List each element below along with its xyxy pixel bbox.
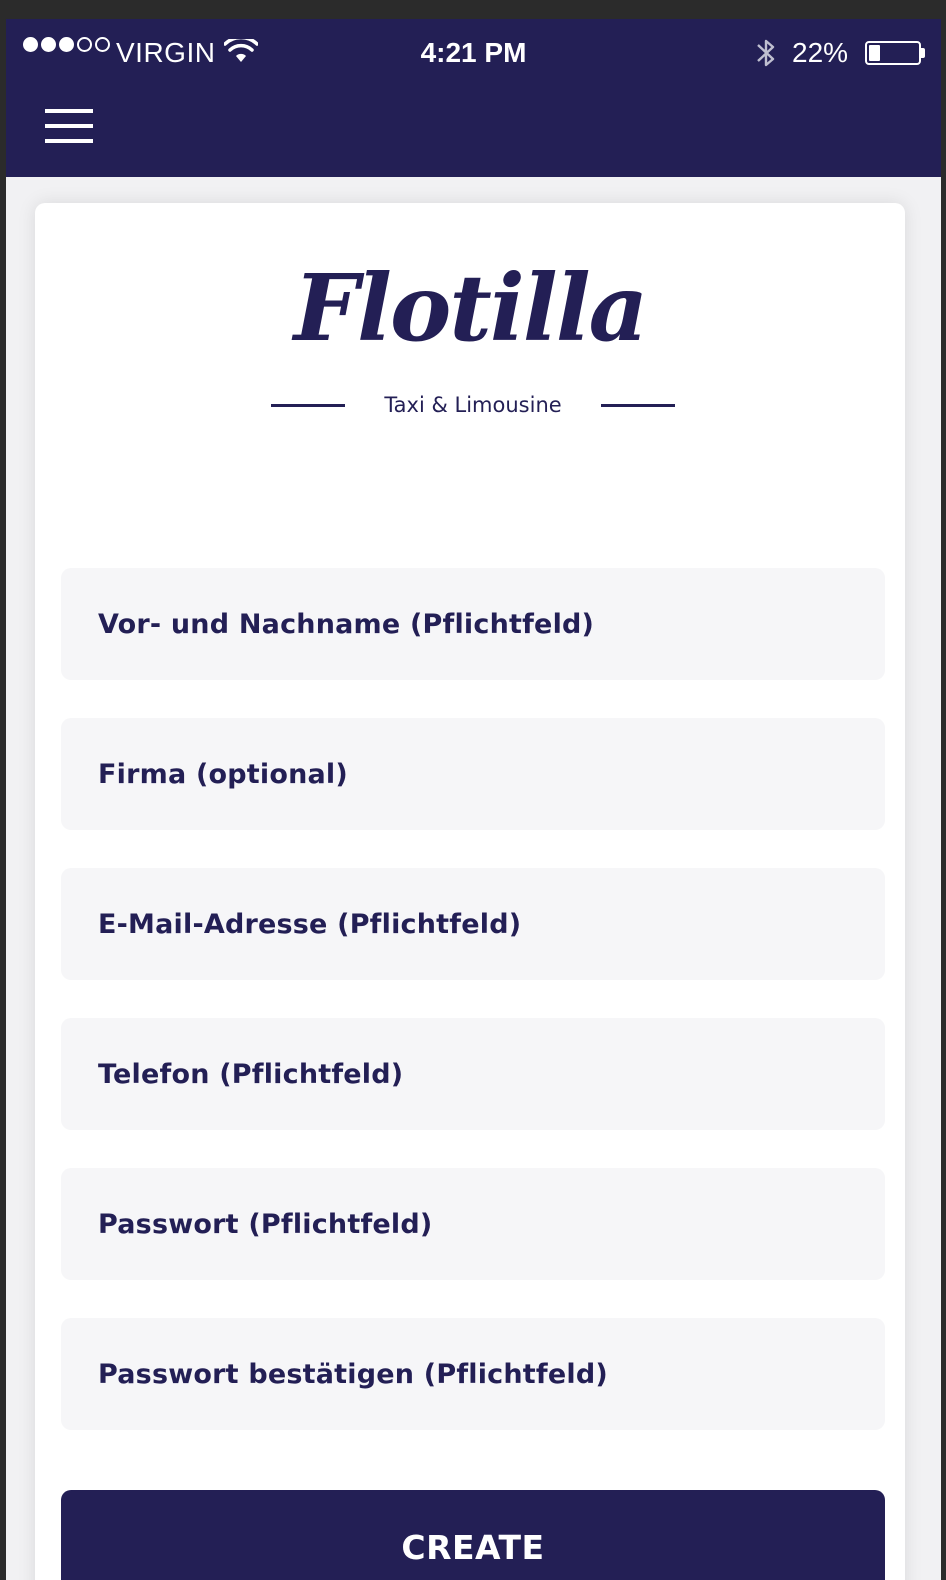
status-bar: VIRGIN 4:21 PM 22%	[6, 19, 941, 89]
phone-placeholder: Telefon (Pflichtfeld)	[98, 1058, 404, 1090]
logo-rule-left	[271, 403, 345, 407]
flotilla-logo: Flotilla Taxi & Limousine	[265, 248, 675, 418]
email-field[interactable]: E-Mail-Adresse (Pflichtfeld)	[61, 868, 885, 980]
signup-card: Flotilla Taxi & Limousine Vor- und Nachn…	[35, 203, 905, 1580]
full-name-field[interactable]: Vor- und Nachname (Pflichtfeld)	[61, 568, 885, 680]
company-field[interactable]: Firma (optional)	[61, 718, 885, 830]
create-button[interactable]: CREATE	[61, 1490, 885, 1580]
battery-percent: 22%	[792, 37, 849, 68]
phone-field[interactable]: Telefon (Pflichtfeld)	[61, 1018, 885, 1130]
full-name-placeholder: Vor- und Nachname (Pflichtfeld)	[98, 608, 595, 640]
logo-tagline: Taxi & Limousine	[384, 393, 562, 417]
create-button-label: CREATE	[401, 1528, 545, 1567]
password-placeholder: Passwort (Pflichtfeld)	[98, 1208, 433, 1240]
hamburger-menu-icon[interactable]	[42, 105, 96, 147]
email-placeholder: E-Mail-Adresse (Pflichtfeld)	[98, 908, 522, 940]
battery-icon	[865, 41, 921, 65]
bluetooth-icon	[757, 39, 775, 67]
phone-screen: VIRGIN 4:21 PM 22% Flotilla Taxi & Limou…	[6, 19, 941, 1580]
logo-rule-right	[601, 403, 675, 407]
confirm-password-placeholder: Passwort bestätigen (Pflichtfeld)	[98, 1358, 608, 1390]
battery-level-fill	[869, 45, 880, 61]
company-placeholder: Firma (optional)	[98, 758, 348, 790]
battery-terminal	[921, 48, 925, 58]
app-header: VIRGIN 4:21 PM 22%	[6, 19, 941, 177]
logo-wordmark: Flotilla	[293, 254, 649, 362]
password-field[interactable]: Passwort (Pflichtfeld)	[61, 1168, 885, 1280]
confirm-password-field[interactable]: Passwort bestätigen (Pflichtfeld)	[61, 1318, 885, 1430]
